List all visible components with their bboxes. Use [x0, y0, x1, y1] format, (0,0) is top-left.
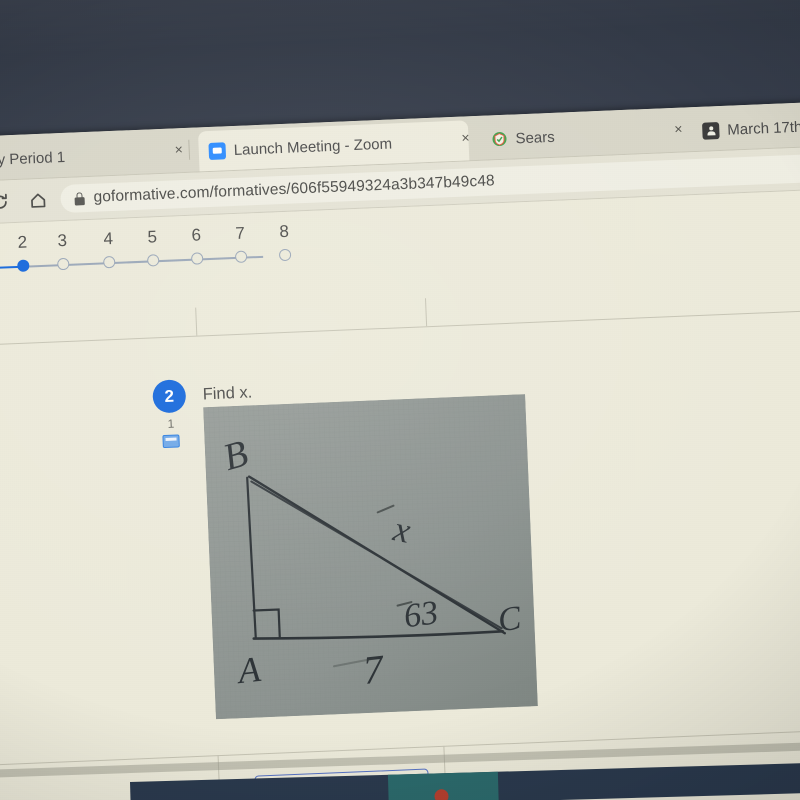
stepper-step-dot: [190, 252, 204, 265]
formative-app: 2 3 4 5 6 7 8 2 1 Find x. B A C x 63 7: [0, 186, 800, 800]
comment-count: 1: [167, 416, 175, 431]
tab-title: eometry Period 1: [0, 148, 66, 171]
browser-window: eometry Period 1 × Launch Meeting - Zoom…: [0, 99, 800, 800]
stepper-step-label: 6: [191, 225, 202, 245]
tab-close-button-sears[interactable]: ×: [674, 121, 683, 137]
question-prompt: Find x.: [202, 383, 253, 404]
stepper-step-dot: [234, 250, 248, 263]
svg-text:63: 63: [402, 594, 440, 635]
card-divider-right: [424, 298, 428, 327]
stepper-step-label: 4: [103, 228, 114, 249]
tab-title: Launch Meeting - Zoom: [233, 134, 393, 159]
stepper-step-7[interactable]: 7: [220, 223, 262, 264]
stepper-step-5[interactable]: 5: [132, 227, 174, 268]
home-icon[interactable]: [18, 180, 58, 220]
lock-icon: [74, 191, 85, 206]
stepper-step-dot: [102, 255, 116, 269]
stepper-step-6[interactable]: 6: [176, 225, 218, 266]
bezel-glare: [0, 0, 800, 60]
laptop-screen-photo: eometry Period 1 × Launch Meeting - Zoom…: [0, 0, 800, 800]
card-divider-left: [195, 307, 198, 336]
person-icon: [701, 121, 720, 140]
stepper-step-2[interactable]: 2: [2, 232, 44, 273]
sears-icon: [490, 130, 508, 148]
stepper-step-dot: [146, 254, 160, 267]
stepper-step-label: 8: [279, 221, 290, 242]
tab-close-button-geometry[interactable]: ×: [174, 141, 183, 157]
stepper-step-4[interactable]: 4: [88, 228, 130, 269]
browser-tab-homework-review[interactable]: March 17th Homework Review: [692, 102, 800, 151]
zoom-icon: [208, 141, 227, 160]
address-bar-url: goformative.com/formatives/606f55949324a…: [93, 172, 496, 206]
comment-icon[interactable]: [162, 434, 180, 449]
stepper-step-label: 7: [235, 223, 246, 243]
content-top-divider: [0, 306, 800, 347]
stepper-step-dot: [57, 257, 70, 271]
stepper-step-label: 5: [147, 227, 158, 247]
stepper-step-label: 3: [57, 230, 68, 251]
stepper-step-8[interactable]: 8: [264, 221, 306, 262]
tab-close-button-zoom[interactable]: ×: [461, 129, 470, 145]
tab-title: Sears: [515, 128, 556, 147]
tab-separator: [188, 139, 191, 160]
tab-title: March 17th Homework Review: [726, 113, 800, 139]
stepper-step-3[interactable]: 3: [42, 230, 84, 271]
stepper-step-dot: [278, 248, 292, 262]
question-number-badge: 2: [152, 379, 187, 414]
taskbar-tile: [387, 771, 499, 800]
browser-tab-sears[interactable]: Sears: [480, 112, 681, 160]
stepper-step-label: 2: [17, 232, 28, 252]
reload-icon[interactable]: [0, 182, 19, 222]
handwritten-diagram-image: B A C x 63 7: [203, 394, 538, 720]
stepper-step-dot: [17, 259, 30, 272]
